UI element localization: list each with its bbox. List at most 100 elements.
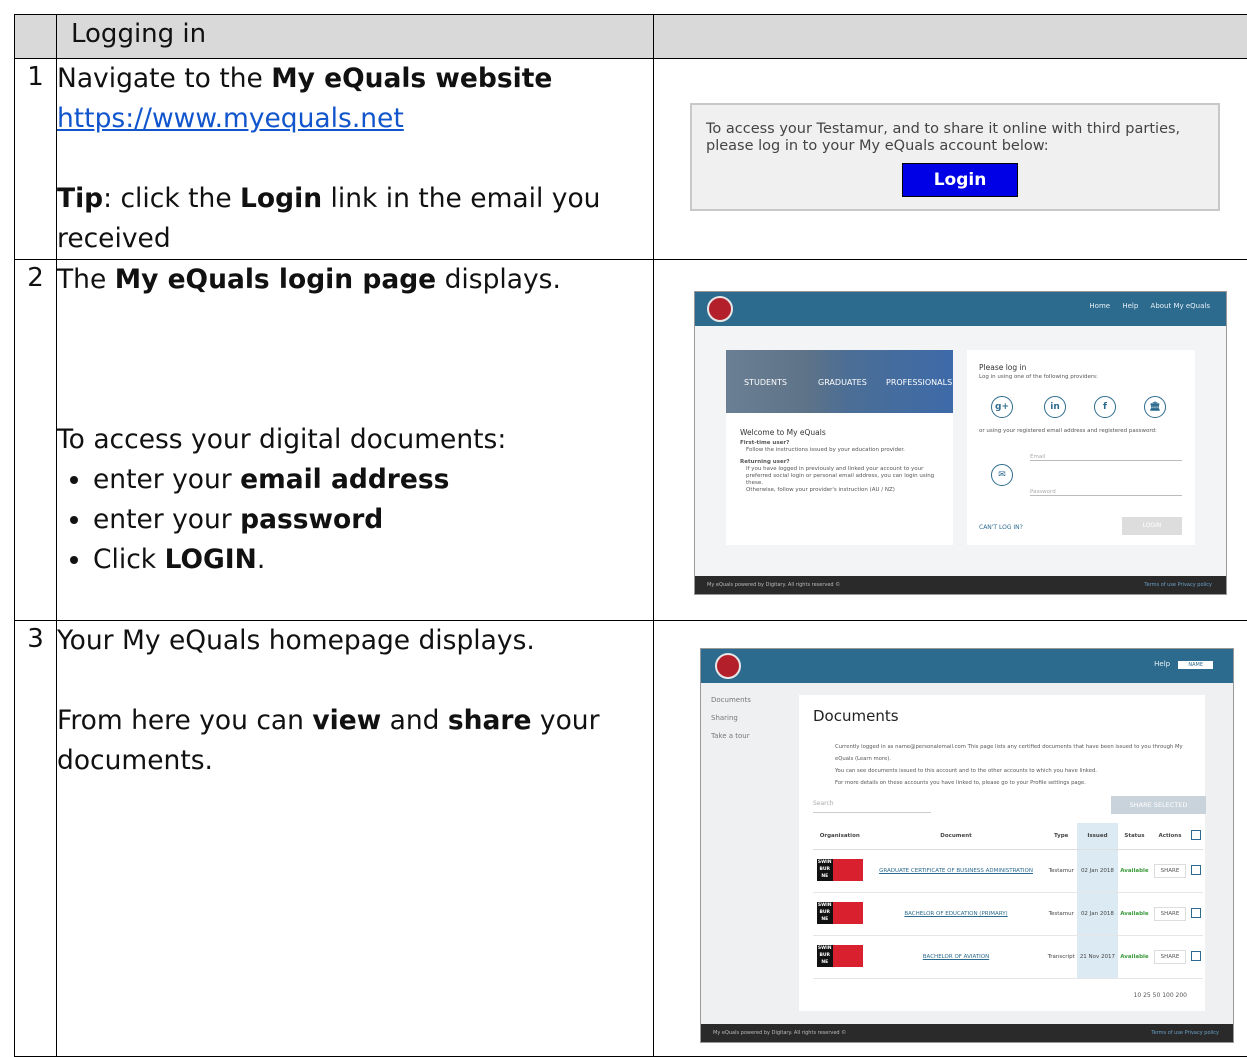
email-icon: ✉ — [991, 464, 1013, 486]
facebook-icon[interactable]: f — [1094, 396, 1116, 418]
cant-login-link[interactable]: CAN'T LOG IN? — [979, 524, 1023, 531]
nav-help[interactable]: Help — [1122, 302, 1138, 310]
step-row-2: 2 The My eQuals login page displays. To … — [15, 260, 1247, 621]
step-text-end: displays. — [436, 264, 561, 295]
step-text: Your My eQuals homepage displays. — [57, 621, 653, 661]
tip-bold-text: Login — [240, 183, 322, 214]
step-text-1: Navigate to the My eQuals website https:… — [57, 59, 654, 260]
documents-title: Documents — [813, 707, 899, 725]
nav-home[interactable]: Home — [1089, 302, 1110, 310]
step-bullets: enter your email address enter your pass… — [57, 460, 653, 580]
footer-links[interactable]: Terms of use Privacy policy — [1151, 1024, 1219, 1042]
bullet-password: enter your password — [93, 500, 653, 540]
tip-label: Tip — [57, 183, 103, 214]
top-bar: Home Help About My eQuals — [695, 292, 1226, 326]
documents-table: Organisation Document Type Issued Status… — [813, 823, 1203, 979]
linkedin-icon[interactable]: in — [1044, 396, 1066, 418]
footer-text: My eQuals powered by Digitary. All right… — [701, 1030, 846, 1036]
document-link[interactable]: GRADUATE CERTIFICATE OF BUSINESS ADMINIS… — [867, 850, 1046, 893]
share-button[interactable]: SHARE — [1154, 907, 1187, 921]
table-header: Organisation Document Type Issued Status… — [813, 823, 1203, 850]
providers-text: Log in using one of the following provid… — [979, 374, 1098, 381]
top-bar: Help NAME — [701, 649, 1233, 683]
homepage-screenshot: Help NAME Documents Sharing Take a tour … — [700, 648, 1234, 1043]
returning-heading: Returning user? — [740, 459, 940, 466]
org-logo: SWIN BUR NE — [817, 859, 863, 881]
nav-help[interactable]: Help — [1154, 660, 1170, 668]
table-row: SWIN BUR NE BACHELOR OF EDUCATION (PRIMA… — [813, 893, 1203, 936]
returning-text: If you have logged in previously and lin… — [740, 466, 940, 487]
myequals-logo — [715, 653, 741, 679]
myequals-link[interactable]: https://www.myequals.net — [57, 103, 404, 134]
banner-professionals: PROFESSIONALS — [886, 378, 952, 387]
row-checkbox[interactable] — [1191, 865, 1201, 875]
otherwise-text: Otherwise, follow your provider's instru… — [740, 487, 940, 494]
login-button[interactable]: Login — [902, 163, 1018, 197]
step-number: 1 — [15, 59, 57, 260]
user-name-menu[interactable]: NAME — [1178, 661, 1213, 669]
share-button[interactable]: SHARE — [1154, 864, 1187, 878]
step-bold-text: My eQuals website — [271, 63, 552, 94]
info-text: Currently logged in as name@personalemai… — [835, 741, 1195, 789]
share-selected-button[interactable]: SHARE SELECTED — [1111, 796, 1206, 814]
login-card: Please log in Log in using one of the fo… — [967, 350, 1195, 545]
page-size-options[interactable]: 10 25 50 100 200 — [1134, 992, 1187, 999]
top-nav: Help NAME — [1154, 660, 1213, 669]
step-text: The — [57, 264, 115, 295]
step-number: 3 — [15, 621, 57, 1057]
google-plus-icon[interactable]: g+ — [991, 396, 1013, 418]
select-all-checkbox[interactable] — [1191, 830, 1201, 840]
document-link[interactable]: BACHELOR OF EDUCATION (PRIMARY) — [867, 893, 1046, 936]
row-checkbox[interactable] — [1191, 908, 1201, 918]
welcome-text: Welcome to My eQuals First-time user? Fo… — [740, 428, 940, 494]
step-bold-text: My eQuals login page — [115, 264, 436, 295]
table-row: SWIN BUR NE GRADUATE CERTIFICATE OF BUSI… — [813, 850, 1203, 893]
footer: My eQuals powered by Digitary. All right… — [701, 1024, 1233, 1042]
step-text: Navigate to the — [57, 63, 271, 94]
first-time-heading: First-time user? — [740, 440, 940, 447]
institution-icon[interactable]: 🏛 — [1144, 396, 1166, 418]
row-checkbox[interactable] — [1191, 951, 1201, 961]
please-log-in: Please log in Log in using one of the fo… — [979, 363, 1098, 381]
share-button[interactable]: SHARE — [1154, 950, 1187, 964]
welcome-heading: Welcome to My eQuals — [740, 428, 940, 437]
step-image-3: Help NAME Documents Sharing Take a tour … — [654, 621, 1247, 1057]
login-email-screenshot: To access your Testamur, and to share it… — [690, 103, 1220, 211]
top-nav: Home Help About My eQuals — [1079, 302, 1210, 310]
step-intro: To access your digital documents: — [57, 420, 653, 460]
side-nav: Documents Sharing Take a tour — [711, 691, 751, 745]
side-sharing[interactable]: Sharing — [711, 709, 751, 727]
welcome-card: STUDENTS GRADUATES PROFESSIONALS Welcome… — [726, 350, 953, 545]
step-row-3: 3 Your My eQuals homepage displays. From… — [15, 621, 1247, 1057]
side-documents[interactable]: Documents — [711, 691, 751, 709]
side-tour[interactable]: Take a tour — [711, 727, 751, 745]
step-row-1: 1 Navigate to the My eQuals website http… — [15, 59, 1247, 260]
header-title: Logging in — [57, 15, 654, 59]
document-link[interactable]: BACHELOR OF AVIATION — [867, 936, 1046, 979]
first-time-text: Follow the instructions issued by your e… — [740, 447, 940, 454]
instructions-table: Logging in 1 Navigate to the My eQuals w… — [14, 14, 1247, 1057]
or-text: or using your registered email address a… — [979, 428, 1157, 435]
nav-about[interactable]: About My eQuals — [1151, 302, 1210, 310]
audience-banner: STUDENTS GRADUATES PROFESSIONALS — [726, 350, 953, 413]
table-row: SWIN BUR NE BACHELOR OF AVIATION Transcr… — [813, 936, 1203, 979]
org-logo: SWIN BUR NE — [817, 945, 863, 967]
bullet-login: Click LOGIN. — [93, 540, 653, 580]
login-page-screenshot: Home Help About My eQuals STUDENTS GRADU… — [694, 291, 1227, 595]
bullet-email: enter your email address — [93, 460, 653, 500]
myequals-logo — [707, 296, 733, 322]
password-field[interactable]: Password — [1030, 489, 1182, 496]
login-message: To access your Testamur, and to share it… — [706, 121, 1198, 155]
step-image-1: To access your Testamur, and to share it… — [654, 59, 1247, 260]
search-input[interactable]: Search — [813, 800, 931, 813]
footer-links[interactable]: Terms of use Privacy policy — [1144, 576, 1212, 594]
header-num-cell — [15, 15, 57, 59]
step-image-2: Home Help About My eQuals STUDENTS GRADU… — [654, 260, 1247, 621]
email-field[interactable]: Email — [1030, 454, 1182, 461]
step-number: 2 — [15, 260, 57, 621]
documents-panel: Documents Currently logged in as name@pe… — [799, 695, 1205, 1011]
step-text-3: Your My eQuals homepage displays. From h… — [57, 621, 654, 1057]
banner-graduates: GRADUATES — [818, 378, 867, 387]
login-submit-button[interactable]: LOGIN — [1122, 517, 1182, 535]
tip-text: : click the — [103, 183, 240, 214]
